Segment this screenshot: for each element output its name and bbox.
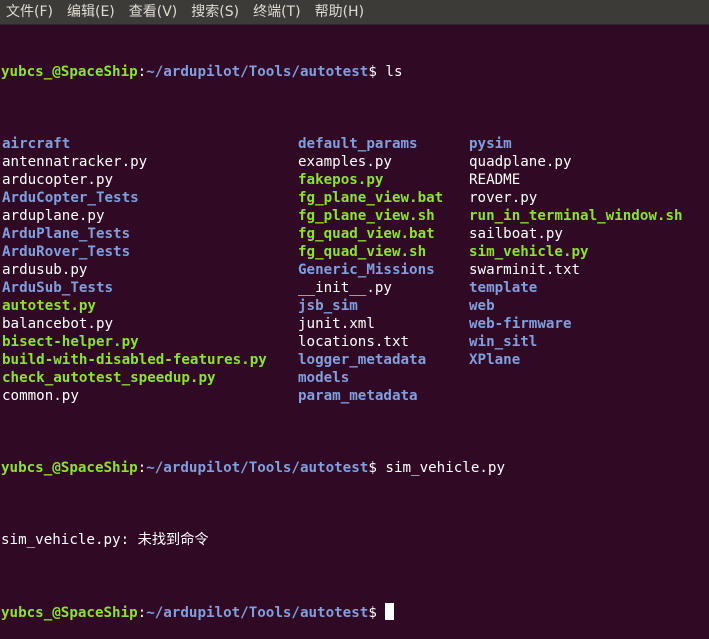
menu-view[interactable]: 查看(V) (122, 0, 185, 24)
ls-entry-dir: logger_metadata (298, 352, 427, 368)
ls-entry-plain: antennatracker.py (2, 154, 148, 170)
prompt-path: ~/ardupilot/Tools/autotest (146, 460, 369, 476)
ls-entry-dir: ArduPlane_Tests (2, 226, 131, 242)
command-text: ls (376, 64, 403, 80)
ls-entry-exec: sim_vehicle.py (469, 244, 589, 260)
prompt-user-host: yubcs_@SpaceShip (1, 605, 138, 621)
ls-entry-dir: win_sitl (469, 334, 538, 350)
prompt-user-host: yubcs_@SpaceShip (1, 460, 138, 476)
text-cursor (385, 603, 395, 620)
ls-entry-plain: arducopter.py (2, 172, 114, 188)
ls-entry-plain: __init__.py (298, 280, 392, 296)
prompt-user-host: yubcs_@SpaceShip (1, 64, 138, 80)
ls-entry-exec: fg_quad_view.bat (298, 226, 435, 242)
ls-entry-exec: check_autotest_speedup.py (2, 370, 216, 386)
prompt-separator: : (137, 460, 147, 476)
menu-terminal[interactable]: 终端(T) (246, 0, 307, 24)
ls-entry-plain: common.py (2, 388, 79, 404)
ls-entry-plain: junit.xml (298, 316, 375, 332)
ls-entry-dir: param_metadata (298, 388, 418, 404)
prompt-line-ls: yubcs_@SpaceShip:~/ardupilot/Tools/autot… (1, 63, 709, 81)
prompt-path: ~/ardupilot/Tools/autotest (146, 605, 369, 621)
menu-bar: 文件(F) 编辑(E) 查看(V) 搜索(S) 终端(T) 帮助(H) (0, 0, 709, 25)
ls-entry-exec: autotest.py (2, 298, 96, 314)
ls-entry-plain: sailboat.py (469, 226, 563, 242)
ls-entry-dir: Generic_Missions (298, 262, 435, 278)
prompt-separator: : (137, 605, 147, 621)
prompt-symbol: $ (368, 460, 377, 476)
ls-entry-plain: rover.py (469, 190, 538, 206)
error-output: sim_vehicle.py: 未找到命令 (1, 532, 209, 548)
ls-column-2: default_params examples.py fakepos.py fg_pl… (298, 135, 443, 405)
ls-entry-dir: default_params (298, 136, 418, 152)
ls-column-1: aircraft antennatracker.py arducopter.py Ar… (2, 135, 267, 405)
ls-entry-dir: pysim (469, 136, 512, 152)
prompt-symbol: $ (368, 605, 377, 621)
ls-entry-dir: ArduRover_Tests (2, 244, 131, 260)
ls-listing: aircraft antennatracker.py arducopter.py Ar… (1, 135, 709, 405)
ls-entry-exec: run_in_terminal_window.sh (469, 208, 683, 224)
menu-search[interactable]: 搜索(S) (184, 0, 246, 24)
ls-entry-plain: swarminit.txt (469, 262, 581, 278)
ls-entry-plain: arduplane.py (2, 208, 105, 224)
ls-entry-plain: ardusub.py (2, 262, 88, 278)
ls-entry-exec: fg_plane_view.bat (298, 190, 444, 206)
ls-entry-exec: build-with-disabled-features.py (2, 352, 267, 368)
menu-file[interactable]: 文件(F) (0, 0, 60, 24)
prompt-line-sim: yubcs_@SpaceShip:~/ardupilot/Tools/autot… (1, 459, 709, 477)
ls-entry-dir: template (469, 280, 538, 296)
ls-entry-plain: balancebot.py (2, 316, 114, 332)
ls-entry-plain: examples.py (298, 154, 392, 170)
ls-entry-exec: fg_plane_view.sh (298, 208, 435, 224)
ls-entry-plain: quadplane.py (469, 154, 572, 170)
ls-entry-plain: README (469, 172, 521, 188)
ls-entry-dir: ArduCopter_Tests (2, 190, 139, 206)
ls-entry-exec: fg_quad_view.sh (298, 244, 427, 260)
ls-entry-dir: ArduSub_Tests (2, 280, 114, 296)
ls-column-3: pysim quadplane.py README rover.py run_in_te… (469, 135, 683, 369)
prompt-symbol: $ (368, 64, 377, 80)
ls-entry-dir: XPlane (469, 352, 521, 368)
ls-entry-dir: web-firmware (469, 316, 572, 332)
prompt-separator: : (137, 64, 147, 80)
terminal-output[interactable]: yubcs_@SpaceShip:~/ardupilot/Tools/autot… (0, 25, 709, 639)
menu-help[interactable]: 帮助(H) (308, 0, 371, 24)
command-text: sim_vehicle.py (376, 460, 505, 476)
ls-entry-exec: bisect-helper.py (2, 334, 139, 350)
menu-edit[interactable]: 编辑(E) (60, 0, 122, 24)
prompt-path: ~/ardupilot/Tools/autotest (146, 64, 369, 80)
ls-entry-exec: fakepos.py (298, 172, 384, 188)
prompt-line-current: yubcs_@SpaceShip:~/ardupilot/Tools/autot… (1, 603, 709, 621)
ls-entry-dir: aircraft (2, 136, 71, 152)
ls-entry-dir: web (469, 298, 495, 314)
ls-entry-plain: locations.txt (298, 334, 410, 350)
ls-entry-dir: jsb_sim (298, 298, 358, 314)
ls-entry-dir: models (298, 370, 350, 386)
